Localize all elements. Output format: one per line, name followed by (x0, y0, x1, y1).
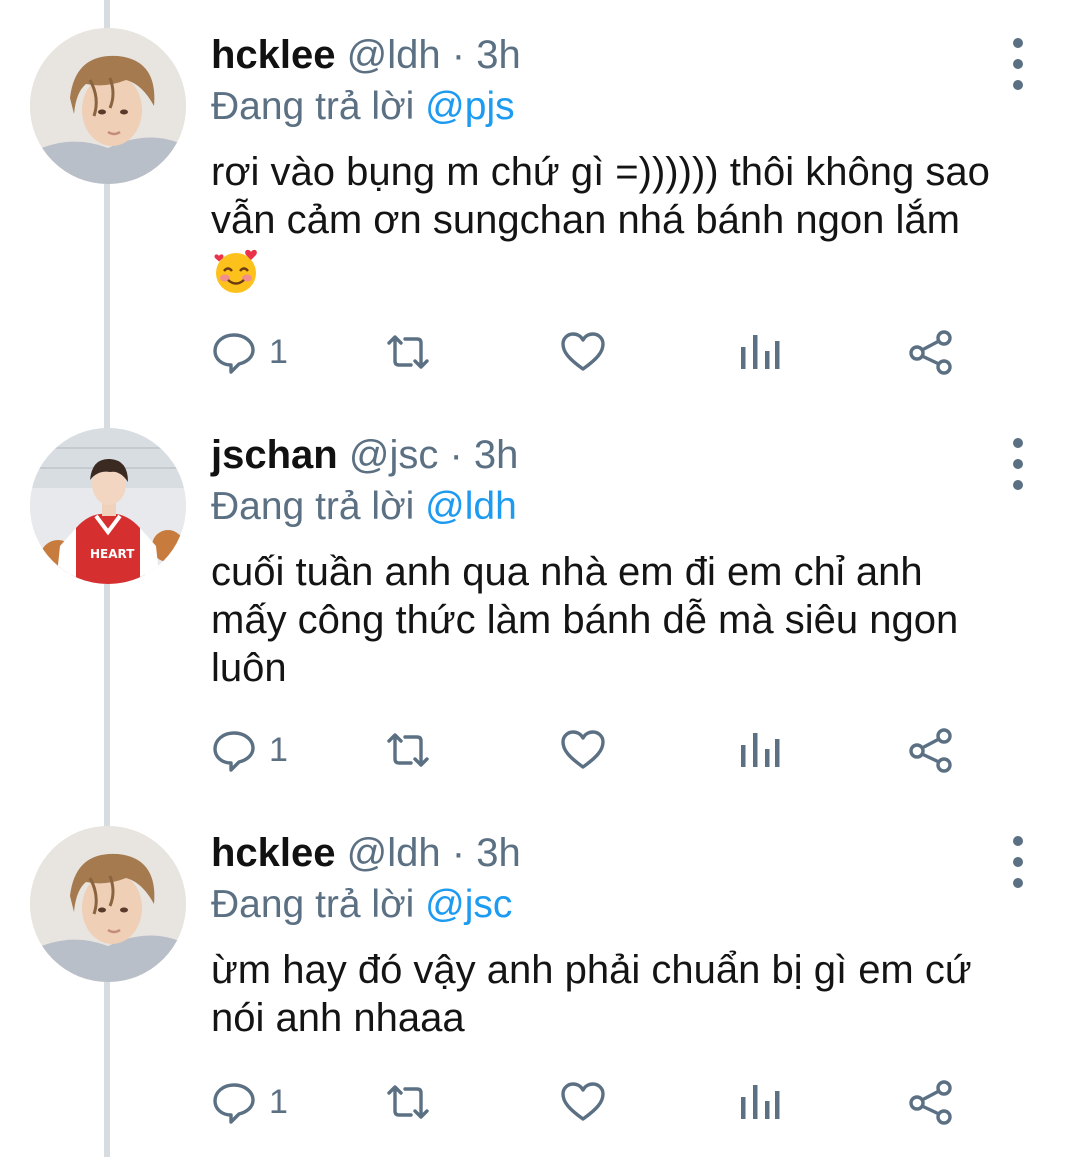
like-button[interactable] (560, 1074, 606, 1130)
replying-to: Đang trả lời @ldh (211, 484, 517, 530)
share-icon (909, 1080, 952, 1125)
avatar[interactable] (30, 28, 186, 184)
text-line: vẫn cảm ơn sungchan nhá bánh ngon lắm (211, 198, 960, 242)
more-options-icon[interactable] (998, 832, 1038, 892)
tweet-text: rơi vào bụng m chứ gì =)))))) thôi không… (211, 148, 1041, 296)
analytics-icon (741, 1085, 780, 1119)
retweet-icon (387, 1085, 429, 1119)
separator: · (451, 33, 466, 77)
tweet-actions: 1 (211, 324, 971, 380)
smiling-face-with-hearts-emoji (211, 246, 261, 296)
text-line: ừm hay đó vậy anh phải chuẩn bị gì em cứ (211, 948, 972, 992)
more-options-icon[interactable] (998, 34, 1038, 94)
reply-count: 1 (269, 1082, 288, 1121)
reply-button[interactable]: 1 (211, 1074, 288, 1130)
reply-count: 1 (269, 730, 288, 769)
username[interactable]: @ldh (347, 33, 441, 77)
analytics-button[interactable] (737, 722, 783, 778)
retweet-button[interactable] (385, 722, 431, 778)
tweet-header: jschan @jsc · 3h (211, 432, 518, 478)
analytics-icon (741, 335, 780, 369)
reply-icon (213, 1083, 255, 1124)
text-line: cuối tuần anh qua nhà em đi em chỉ anh (211, 550, 923, 594)
text-line: mấy công thức làm bánh dễ mà siêu ngon (211, 598, 959, 642)
analytics-button[interactable] (737, 324, 783, 380)
separator: · (449, 433, 463, 477)
timestamp[interactable]: 3h (476, 33, 521, 77)
more-options-icon[interactable] (998, 434, 1038, 494)
tweet-text: ừm hay đó vậy anh phải chuẩn bị gì em cứ… (211, 946, 1041, 1042)
display-name[interactable]: hcklee (211, 33, 336, 77)
mention-link[interactable]: @ldh (425, 485, 517, 528)
separator: · (451, 831, 466, 875)
share-button[interactable] (908, 722, 954, 778)
replying-label: Đang trả lời (211, 883, 415, 926)
share-icon (909, 728, 952, 773)
reply-count: 1 (269, 332, 288, 371)
tweet-text: cuối tuần anh qua nhà em đi em chỉ anh m… (211, 548, 1041, 692)
username[interactable]: @jsc (349, 433, 439, 477)
share-button[interactable] (908, 324, 954, 380)
timestamp[interactable]: 3h (476, 831, 521, 875)
replying-label: Đang trả lời (211, 485, 415, 528)
avatar[interactable] (30, 826, 186, 982)
reply-button[interactable]: 1 (211, 722, 288, 778)
analytics-icon (741, 733, 780, 767)
tweet-header: hcklee @ldh · 3h (211, 32, 521, 78)
share-icon (909, 330, 952, 375)
retweet-icon (387, 733, 429, 767)
retweet-button[interactable] (385, 324, 431, 380)
like-button[interactable] (560, 324, 606, 380)
tweet-actions: 1 (211, 1074, 971, 1130)
display-name[interactable]: jschan (211, 433, 338, 477)
text-line: rơi vào bụng m chứ gì =)))))) thôi không… (211, 150, 990, 194)
reply-icon (213, 731, 255, 772)
like-icon (561, 332, 605, 371)
retweet-icon (387, 335, 429, 369)
like-icon (561, 730, 605, 769)
tweet-actions: 1 (211, 722, 971, 778)
mention-link[interactable]: @jsc (425, 883, 512, 926)
like-button[interactable] (560, 722, 606, 778)
retweet-button[interactable] (385, 1074, 431, 1130)
display-name[interactable]: hcklee (211, 831, 336, 875)
replying-to: Đang trả lời @jsc (211, 882, 512, 928)
reply-button[interactable]: 1 (211, 324, 288, 380)
mention-link[interactable]: @pjs (425, 85, 514, 128)
text-line: luôn (211, 646, 287, 690)
share-button[interactable] (908, 1074, 954, 1130)
reply-icon (213, 333, 255, 374)
text-line: nói anh nhaaa (211, 996, 465, 1040)
timestamp[interactable]: 3h (474, 433, 519, 477)
reply-thread: hcklee @ldh · 3h Đang trả lời @pjs rơi v… (0, 0, 1080, 1157)
like-icon (561, 1082, 605, 1121)
tweet-header: hcklee @ldh · 3h (211, 830, 521, 876)
avatar[interactable]: HEART (30, 428, 186, 584)
replying-label: Đang trả lời (211, 85, 415, 128)
svg-text:HEART: HEART (90, 547, 135, 561)
analytics-button[interactable] (737, 1074, 783, 1130)
username[interactable]: @ldh (347, 831, 441, 875)
replying-to: Đang trả lời @pjs (211, 84, 515, 130)
